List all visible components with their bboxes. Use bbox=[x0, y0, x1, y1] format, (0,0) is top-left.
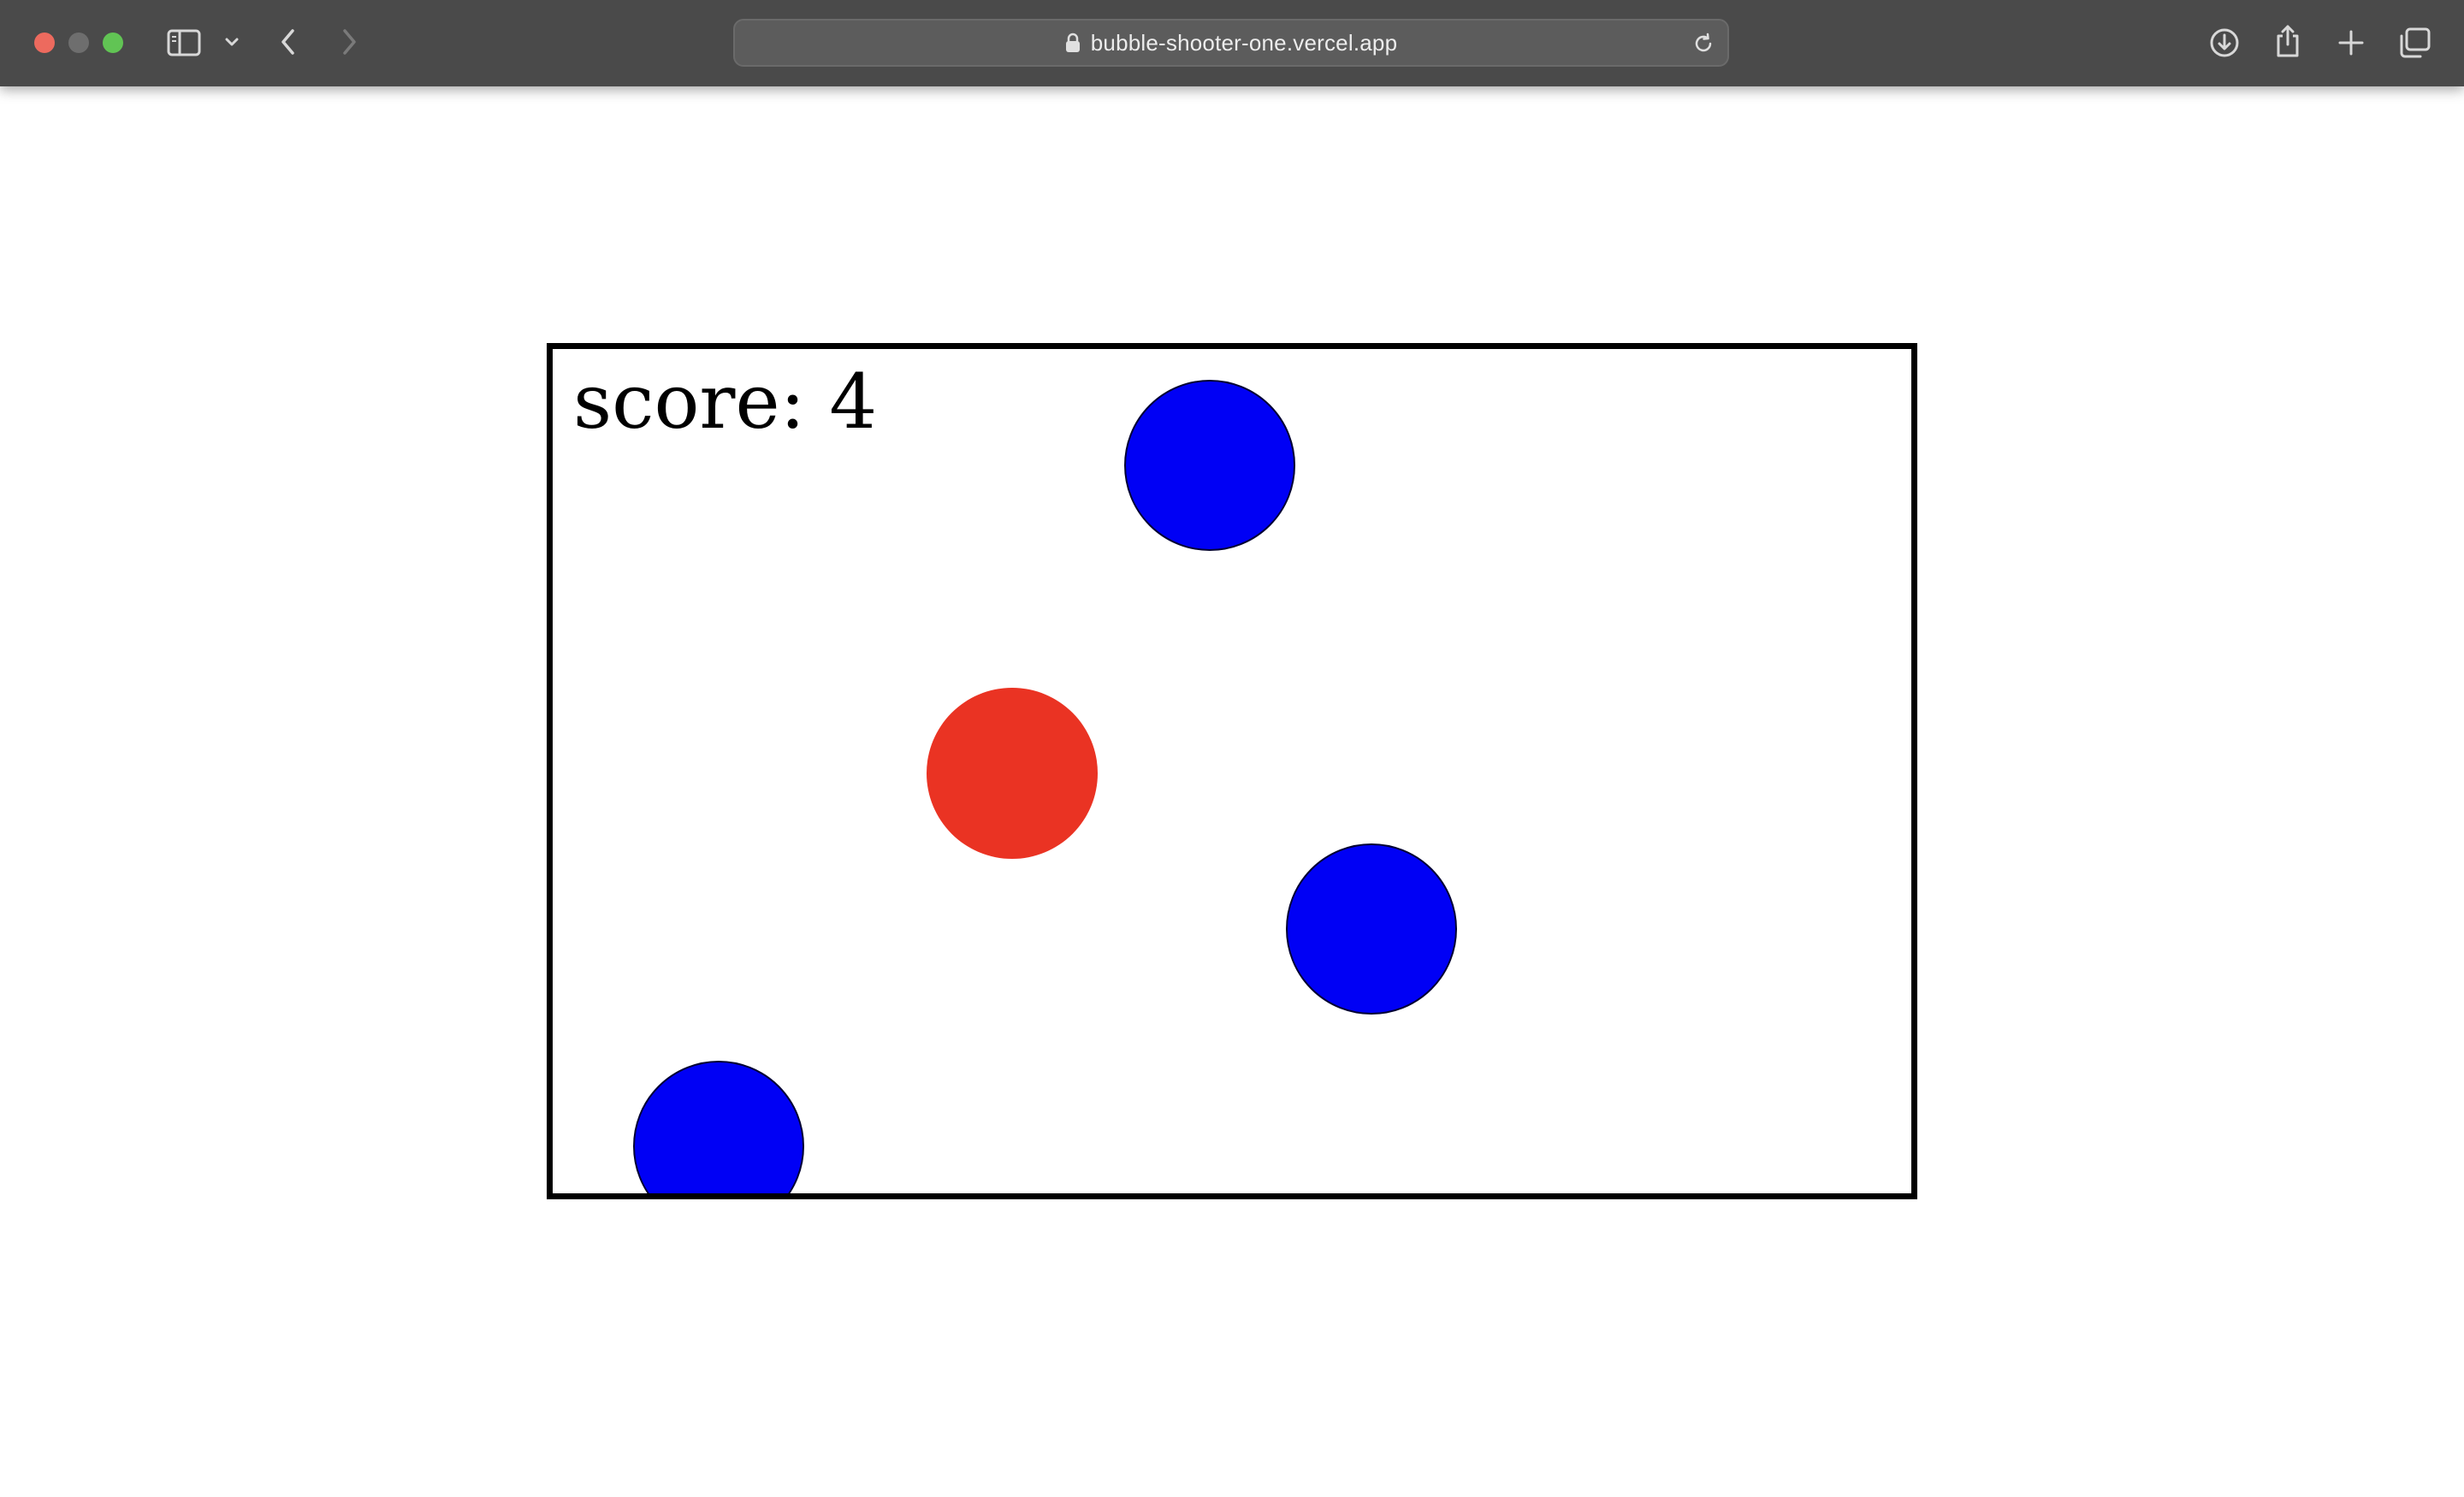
sidebar-icon[interactable] bbox=[166, 26, 202, 60]
bubble-blue[interactable] bbox=[633, 1061, 804, 1193]
url-text: bubble-shooter-one.vercel.app bbox=[1090, 29, 1398, 56]
close-window-button[interactable] bbox=[34, 33, 55, 53]
chevron-right-icon bbox=[343, 29, 356, 55]
bubble-blue[interactable] bbox=[1124, 380, 1295, 551]
minimize-window-button[interactable] bbox=[68, 33, 89, 53]
lock-icon bbox=[1065, 33, 1081, 53]
chevron-down-icon[interactable] bbox=[222, 33, 241, 51]
browser-window: bubble-shooter-one.vercel.app score: 4 bbox=[0, 0, 2464, 1497]
download-icon[interactable] bbox=[2207, 26, 2242, 60]
browser-toolbar: bubble-shooter-one.vercel.app bbox=[0, 0, 2464, 86]
plus-icon[interactable] bbox=[2334, 26, 2368, 60]
bubble-red[interactable] bbox=[927, 688, 1098, 859]
forward-button[interactable] bbox=[336, 26, 362, 58]
game-board[interactable]: score: 4 bbox=[547, 343, 1917, 1199]
tabs-icon[interactable] bbox=[2397, 26, 2431, 60]
address-bar[interactable]: bubble-shooter-one.vercel.app bbox=[733, 19, 1729, 67]
share-icon[interactable] bbox=[2271, 22, 2305, 60]
back-button[interactable] bbox=[275, 26, 301, 58]
bubble-blue[interactable] bbox=[1286, 843, 1457, 1015]
reload-icon[interactable] bbox=[1691, 32, 1715, 56]
chevron-left-icon bbox=[281, 29, 294, 55]
maximize-window-button[interactable] bbox=[103, 33, 123, 53]
score-display: score: 4 bbox=[573, 358, 878, 446]
